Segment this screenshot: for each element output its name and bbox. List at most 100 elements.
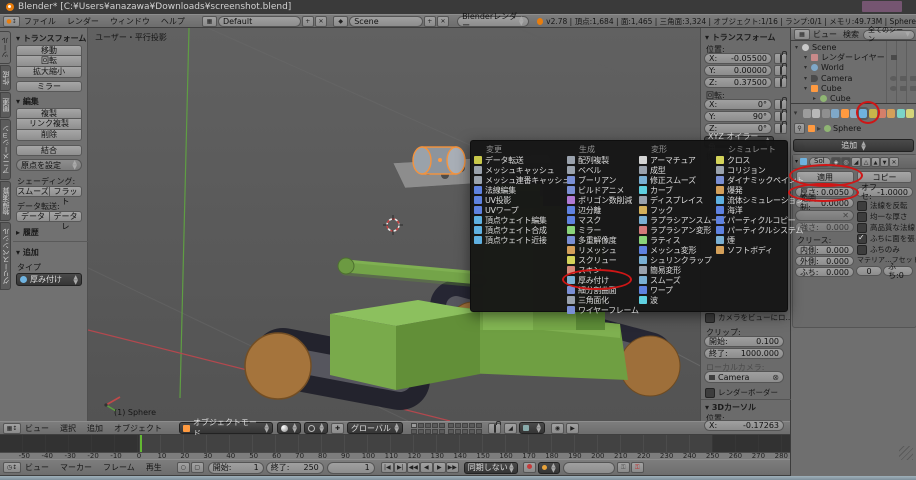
modifier-menu-item[interactable]: UVワープ — [474, 205, 567, 215]
translate-button[interactable]: 移動 — [16, 45, 82, 56]
outliner-view-menu[interactable]: ビュー — [813, 29, 837, 40]
info-menu-ヘルプ[interactable]: ヘルプ — [161, 16, 185, 27]
layer-grid-1[interactable] — [411, 423, 445, 434]
layer-toggle[interactable] — [469, 423, 475, 428]
select-restrict-icon[interactable] — [900, 86, 907, 91]
modifier-menu-item[interactable]: ミラー — [567, 225, 639, 235]
add-modifier-dropdown[interactable]: 追加▲▼ — [793, 139, 914, 152]
insert-keyframe-icon[interactable]: ⚿ — [617, 462, 630, 473]
info-menu-レンダー[interactable]: レンダー — [67, 16, 99, 27]
frame-start-field[interactable]: 開始:1 — [208, 462, 264, 474]
view3d-menu-ビュー[interactable]: ビュー — [25, 423, 49, 434]
shade-smooth-button[interactable]: スムーズ — [16, 186, 50, 197]
modifier-cage-toggle-icon[interactable]: △ — [861, 157, 871, 167]
render-restrict-icon[interactable] — [910, 86, 916, 91]
transform-panel-header[interactable]: ▾ トランスフォーム — [16, 33, 86, 44]
modifier-menu-item[interactable]: ダイナミックペイント — [716, 175, 792, 185]
outliner-row-World[interactable]: ▾World — [793, 63, 916, 73]
delete-keyframe-icon[interactable]: ⚿ — [631, 462, 644, 473]
lock-to-scene-icon[interactable] — [488, 423, 501, 434]
timeline-menu-再生[interactable]: 再生 — [146, 462, 162, 473]
modifier-menu-item[interactable]: ワイヤーフレーム — [567, 305, 639, 315]
shade-flat-button[interactable]: フラット — [50, 186, 82, 197]
snap-element-dropdown[interactable]: ▲▼ — [519, 422, 545, 434]
layer-toggle[interactable] — [411, 423, 417, 428]
edit-panel-header[interactable]: ▾ 編集 — [16, 96, 39, 107]
modifier-menu-item[interactable]: 細分割曲面 — [567, 285, 639, 295]
only-rim-checkbox[interactable]: ふちのみ — [857, 244, 900, 255]
transfer-data-button[interactable]: データ — [16, 211, 50, 222]
editor-type-icon[interactable]: ▾ — [794, 109, 802, 118]
layer-toggle[interactable] — [418, 429, 424, 434]
npanel-transform-header[interactable]: ▾ トランスフォーム — [705, 32, 775, 43]
crease-inner-field[interactable]: 内側:0.000 — [795, 245, 854, 255]
physics-tab-icon[interactable] — [906, 109, 914, 118]
layer-toggle[interactable] — [448, 429, 454, 434]
layer-grid-2[interactable] — [448, 423, 482, 434]
crease-outer-field[interactable]: 外側:0.000 — [795, 256, 854, 266]
lock-time-icon[interactable]: ▢ — [191, 462, 204, 473]
location-y-field[interactable]: Y:0.00000 — [704, 65, 772, 76]
play-reverse-button[interactable]: ◀ — [420, 462, 433, 473]
modifier-menu-item[interactable]: ラプラシアンスムーズ — [639, 215, 716, 225]
mode-dropdown[interactable]: オブジェクトモード▲▼ — [179, 422, 273, 434]
next-keyframe-button[interactable]: ▶▶ — [446, 462, 459, 473]
modifier-menu-item[interactable]: パーティクルコピー — [716, 215, 792, 225]
modifier-menu-item[interactable]: 煙 — [716, 235, 792, 245]
particles-tab-icon[interactable] — [897, 109, 905, 118]
manipulator-toggle-icon[interactable]: ✚ — [331, 423, 344, 434]
select-restrict-icon[interactable] — [900, 76, 907, 81]
keying-set-input[interactable] — [563, 462, 615, 474]
modifier-menu-item[interactable]: ポリゴン数削減 — [567, 195, 639, 205]
modifier-menu-item[interactable]: スクリュー — [567, 255, 639, 265]
expand-toggle-icon[interactable]: ▾ — [795, 44, 802, 51]
modifier-menu-item[interactable]: アーマチュア — [639, 155, 716, 165]
resize-grip[interactable] — [899, 446, 913, 460]
scene-delete-button[interactable]: ✕ — [437, 16, 449, 27]
modifiers-tab-icon[interactable] — [859, 109, 867, 118]
clear-camera-icon[interactable]: ⊗ — [772, 373, 779, 382]
info-menu-ファイル[interactable]: ファイル — [24, 16, 56, 27]
snap-magnet-icon[interactable]: ◢ — [504, 423, 517, 434]
local-camera-field[interactable]: Camera ⊗ — [704, 371, 784, 383]
tool-shelf-tab-関連[interactable]: 関連 — [0, 92, 11, 118]
modifier-menu-item[interactable]: データ転送 — [474, 155, 567, 165]
lock-icon[interactable] — [774, 77, 787, 88]
rotation-x-field[interactable]: X:0° — [704, 99, 772, 110]
modifier-menu-item[interactable]: メッシュ連番キャッシュ — [474, 175, 567, 185]
lock-camera-to-view-checkbox[interactable]: カメラをビューにロ.. — [705, 312, 790, 323]
modifier-menu-item[interactable]: 多重解像度 — [567, 235, 639, 245]
constraints-tab-icon[interactable] — [850, 109, 858, 118]
material-offset-field[interactable]: 0 — [856, 266, 882, 276]
eye-restrict-icon[interactable] — [890, 76, 897, 81]
layout-add-button[interactable]: + — [302, 16, 314, 27]
layer-toggle[interactable] — [476, 429, 482, 434]
expand-toggle-icon[interactable]: ▸ — [813, 95, 820, 102]
fill-rim-checkbox[interactable]: ふちに面を張る — [857, 233, 916, 244]
clear-vgroup-icon[interactable]: ✕ — [842, 211, 849, 220]
modifier-menu-item[interactable]: UV投影 — [474, 195, 567, 205]
layer-toggle[interactable] — [418, 423, 424, 428]
apply-button[interactable]: 適用 — [796, 171, 854, 183]
modifier-menu-item[interactable]: 配列複製 — [567, 155, 639, 165]
clip-end-field[interactable]: 終了:1000.000 — [704, 348, 784, 359]
outliner-row-Camera[interactable]: ▾Camera — [793, 73, 916, 83]
rotation-y-field[interactable]: Y:90° — [704, 111, 772, 122]
crease-rim-field[interactable]: ふち:0.000 — [795, 267, 854, 277]
modifier-type-dropdown[interactable]: 厚み付け▲▼ — [16, 273, 82, 286]
expand-toggle-icon[interactable]: ▾ — [804, 85, 811, 92]
jump-to-start-button[interactable]: |◀ — [381, 462, 394, 473]
history-panel-header[interactable]: ▸ 履歴 — [16, 227, 39, 238]
even-thickness-checkbox[interactable]: 均一な厚さ — [857, 211, 908, 222]
eye-restrict-icon[interactable] — [890, 86, 897, 91]
duplicate-linked-button[interactable]: リンク複製 — [16, 119, 82, 130]
timeline-menu-フレーム[interactable]: フレーム — [103, 462, 135, 473]
outliner-search-menu[interactable]: 検索 — [843, 29, 859, 40]
modifier-menu-item[interactable]: フック — [639, 205, 716, 215]
outliner-row-Cube[interactable]: ▾Cube — [793, 83, 916, 93]
modifier-menu-item[interactable]: メッシュ変形 — [639, 245, 716, 255]
outliner-scope-dropdown[interactable]: 全てのシーン▼ — [863, 30, 915, 40]
modifier-menu-item[interactable]: リメッシュ — [567, 245, 639, 255]
modifier-menu-item[interactable]: 辺分離 — [567, 205, 639, 215]
modifier-view-toggle-icon[interactable]: ◎ — [841, 157, 851, 167]
